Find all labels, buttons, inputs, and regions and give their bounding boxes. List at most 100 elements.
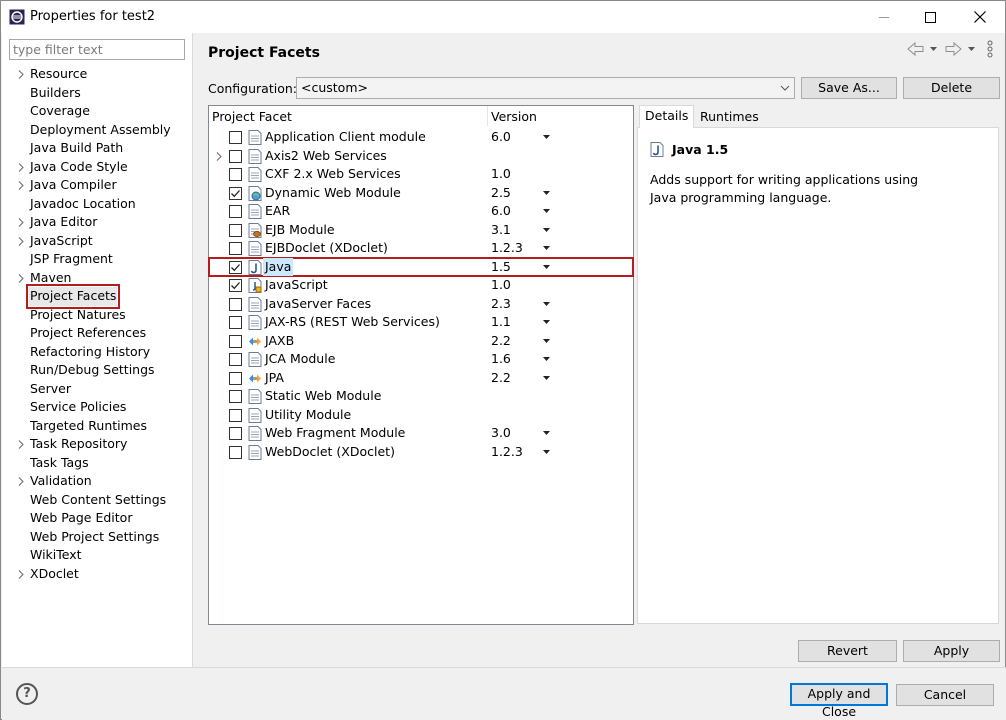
checkbox-unchecked[interactable] (229, 390, 242, 403)
checkbox-checked[interactable] (229, 279, 242, 292)
facet-version[interactable]: 6.0 (491, 128, 511, 147)
help-icon[interactable]: ? (16, 683, 38, 705)
checkbox-checked[interactable] (229, 186, 242, 200)
chevron-right-icon[interactable] (17, 162, 25, 172)
facet-version[interactable]: 2.5 (491, 184, 511, 203)
tree-item[interactable]: Project Natures (2, 306, 192, 325)
checkbox-unchecked[interactable] (229, 427, 242, 440)
table-row[interactable]: Dynamic Web Module 2.5 (209, 184, 633, 203)
checkbox-checked[interactable] (229, 260, 242, 274)
table-row[interactable]: JavaServer Faces 2.3 (209, 295, 633, 314)
tree-item[interactable]: Run/Debug Settings (2, 361, 192, 380)
delete-button[interactable]: Delete (903, 77, 1000, 99)
chevron-right-icon[interactable] (17, 236, 25, 246)
version-dropdown-icon[interactable] (543, 449, 550, 454)
column-header-version[interactable]: Version (491, 108, 537, 126)
table-row[interactable]: Static Web Module (209, 387, 633, 406)
tree-item[interactable]: Resource (2, 65, 192, 84)
facet-version[interactable]: 6.0 (491, 202, 511, 221)
version-dropdown-icon[interactable] (543, 431, 550, 435)
chevron-right-icon[interactable] (17, 70, 25, 79)
maximize-button[interactable] (907, 1, 953, 33)
version-dropdown-icon[interactable] (543, 338, 550, 343)
checkbox-unchecked[interactable] (229, 242, 242, 255)
apply-button[interactable]: Apply (903, 640, 1000, 662)
tree-item[interactable]: Service Policies (2, 398, 192, 417)
table-row[interactable]: Utility Module (209, 406, 633, 425)
checkbox-unchecked[interactable] (229, 408, 242, 422)
checkbox-unchecked[interactable] (229, 445, 242, 459)
facet-version[interactable]: 3.0 (491, 424, 511, 443)
tree-item[interactable]: Java Compiler (2, 176, 192, 195)
tree-item[interactable]: Java Code Style (2, 158, 192, 177)
forward-nav-button[interactable] (944, 41, 978, 57)
checkbox-unchecked[interactable] (229, 223, 242, 237)
checkbox-unchecked[interactable] (229, 334, 242, 348)
table-row[interactable]: Java 1.5 (208, 256, 634, 277)
table-row[interactable]: CXF 2.x Web Services 1.0 (209, 165, 633, 184)
table-row[interactable]: EJBDoclet (XDoclet) 1.2.3 (209, 239, 633, 258)
tree-item[interactable]: Java Editor (2, 213, 192, 232)
facet-version[interactable]: 1.5 (491, 258, 511, 277)
table-row[interactable]: JavaScript 1.0 (209, 276, 633, 295)
tree-item[interactable]: Task Tags (2, 454, 192, 473)
table-row[interactable]: Web Fragment Module 3.0 (209, 424, 633, 443)
version-dropdown-icon[interactable] (543, 227, 550, 232)
version-dropdown-icon[interactable] (543, 357, 550, 361)
checkbox-unchecked[interactable] (229, 316, 242, 329)
tree-item[interactable]: JavaScript (2, 232, 192, 251)
chevron-right-icon[interactable] (17, 218, 25, 227)
tree-item[interactable]: Web Page Editor (2, 509, 192, 528)
table-row[interactable]: WebDoclet (XDoclet) 1.2.3 (209, 443, 633, 462)
chevron-right-icon[interactable] (17, 477, 25, 486)
configuration-select[interactable]: <custom> (296, 77, 795, 99)
facet-version[interactable]: 3.1 (491, 221, 511, 240)
facet-version[interactable]: 1.2.3 (491, 239, 523, 258)
facet-version[interactable]: 1.6 (491, 350, 511, 369)
version-dropdown-icon[interactable] (543, 301, 550, 306)
table-row[interactable]: EJB Module 3.1 (209, 221, 633, 240)
checkbox-unchecked[interactable] (229, 297, 242, 311)
table-row[interactable]: JPA 2.2 (209, 369, 633, 388)
table-row[interactable]: JAXB 2.2 (209, 332, 633, 351)
checkbox-unchecked[interactable] (229, 353, 242, 366)
tree-item[interactable]: Task Repository (2, 435, 192, 454)
tab-runtimes[interactable]: Runtimes (695, 107, 764, 127)
tree-item[interactable]: Maven (2, 269, 192, 288)
facet-version[interactable]: 1.1 (491, 313, 511, 332)
tree-item[interactable]: XDoclet (2, 565, 192, 584)
filter-input[interactable] (9, 39, 185, 60)
apply-and-close-button[interactable]: Apply and Close (790, 683, 888, 719)
version-dropdown-icon[interactable] (543, 320, 550, 324)
tree-item[interactable]: Refactoring History (2, 343, 192, 362)
chevron-right-icon[interactable] (17, 440, 25, 449)
version-dropdown-icon[interactable] (543, 209, 550, 213)
tree-item[interactable]: Server (2, 380, 192, 399)
tree-item[interactable]: Project References (2, 324, 192, 343)
checkbox-unchecked[interactable] (229, 371, 242, 385)
tree-item[interactable]: Coverage (2, 102, 192, 121)
chevron-right-icon[interactable] (215, 151, 223, 161)
chevron-right-icon[interactable] (17, 181, 25, 190)
tree-item[interactable]: WikiText (2, 546, 192, 565)
tree-item[interactable]: Web Content Settings (2, 491, 192, 510)
chevron-right-icon[interactable] (17, 273, 25, 283)
chevron-right-icon[interactable] (17, 569, 25, 579)
table-row[interactable]: Application Client module 6.0 (209, 128, 633, 147)
version-dropdown-icon[interactable] (543, 264, 550, 269)
tree-item[interactable]: Validation (2, 472, 192, 491)
checkbox-unchecked[interactable] (229, 149, 242, 163)
close-button[interactable] (957, 1, 1003, 33)
facet-version[interactable]: 2.3 (491, 295, 511, 314)
tree-item[interactable]: Web Project Settings (2, 528, 192, 547)
version-dropdown-icon[interactable] (543, 246, 550, 250)
tree-item[interactable]: Java Build Path (2, 139, 192, 158)
save-as-button[interactable]: Save As... (801, 77, 897, 99)
table-row[interactable]: EAR 6.0 (209, 202, 633, 221)
tree-item[interactable]: Javadoc Location (2, 195, 192, 214)
checkbox-unchecked[interactable] (229, 168, 242, 181)
column-header-facet[interactable]: Project Facet (212, 108, 292, 126)
checkbox-unchecked[interactable] (229, 131, 242, 144)
back-nav-button[interactable] (906, 41, 940, 57)
tree-item[interactable]: Deployment Assembly (2, 121, 192, 140)
